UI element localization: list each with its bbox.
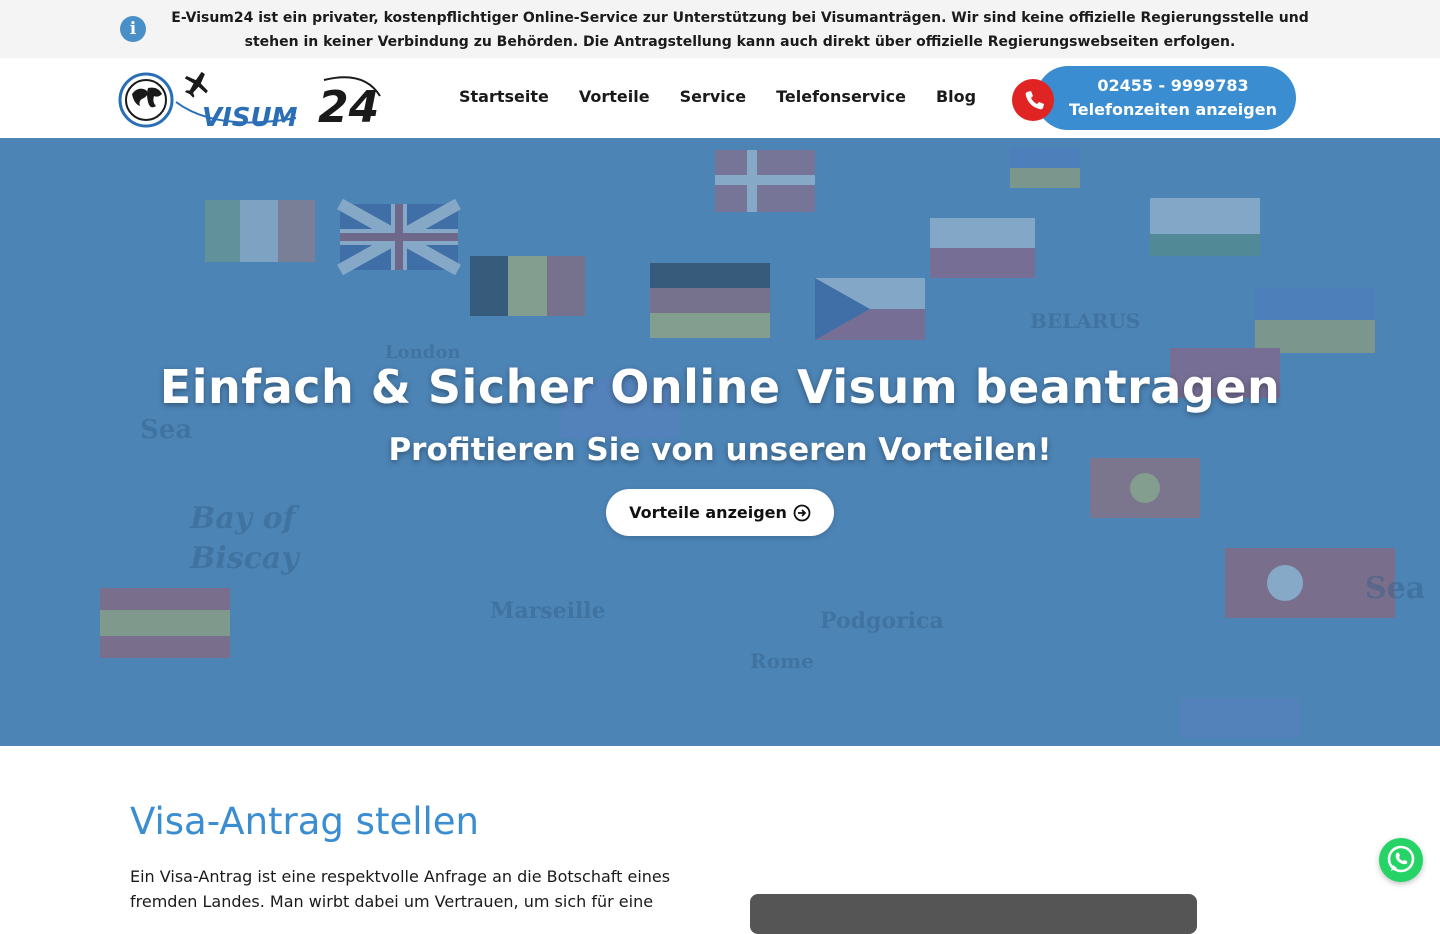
nav-telefonservice[interactable]: Telefonservice xyxy=(776,86,906,108)
whatsapp-icon xyxy=(1387,845,1415,873)
nav-blog[interactable]: Blog xyxy=(936,86,976,108)
phone-contact[interactable]: 02455 - 9999783 Telefonzeiten anzeigen xyxy=(1012,66,1298,130)
disclaimer-bar: i E-Visum24 ist ein privater, kostenpfli… xyxy=(0,0,1440,59)
main-nav: Startseite Vorteile Service Telefonservi… xyxy=(459,86,1006,108)
logo-number: 24 xyxy=(318,82,379,130)
phone-button[interactable]: 02455 - 9999783 Telefonzeiten anzeigen xyxy=(1036,66,1296,130)
hero-title: Einfach & Sicher Online Visum beantragen xyxy=(159,360,1281,414)
disclaimer-text: E-Visum24 ist ein privater, kostenpflich… xyxy=(171,10,1309,50)
logo-wordmark: VISUM xyxy=(202,103,298,130)
site-header: VISUM 24 Startseite Vorteile Service Tel… xyxy=(0,58,1440,138)
info-icon: i xyxy=(120,16,146,42)
section-paragraph: Ein Visa-Antrag ist eine respektvolle An… xyxy=(130,867,671,911)
section-title: Visa-Antrag stellen xyxy=(130,800,479,843)
phone-hours-label: Telefonzeiten anzeigen xyxy=(1069,100,1277,119)
cta-label: Vorteile anzeigen xyxy=(629,503,787,522)
whatsapp-button[interactable] xyxy=(1379,838,1423,882)
phone-icon[interactable] xyxy=(1012,79,1054,121)
hero-section: Sea Bay of Biscay London Marseille Rome … xyxy=(0,138,1440,746)
hero-subtitle: Profitieren Sie von unseren Vorteilen! xyxy=(388,432,1052,468)
site-logo[interactable]: VISUM 24 xyxy=(118,68,388,130)
vorteile-anzeigen-button[interactable]: Vorteile anzeigen xyxy=(606,489,834,536)
arrow-circle-right-icon xyxy=(793,504,811,521)
globe-icon xyxy=(118,72,174,128)
section-image xyxy=(750,894,1197,934)
nav-service[interactable]: Service xyxy=(680,86,747,108)
airplane-icon xyxy=(184,71,208,98)
nav-vorteile[interactable]: Vorteile xyxy=(579,86,650,108)
phone-number: 02455 - 9999783 xyxy=(1097,76,1249,95)
nav-startseite[interactable]: Startseite xyxy=(459,86,549,108)
